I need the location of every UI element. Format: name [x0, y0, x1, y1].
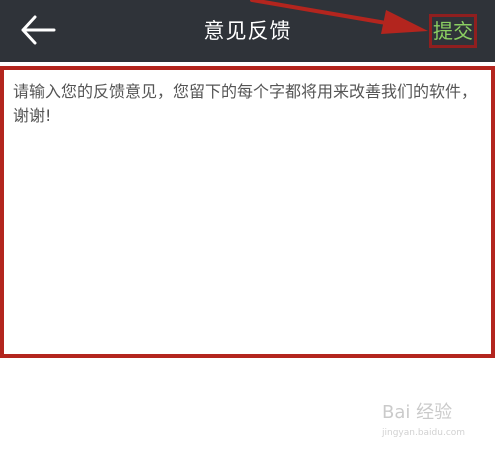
- feedback-input[interactable]: [13, 80, 483, 345]
- top-bar: 意见反馈 提交: [0, 0, 495, 62]
- submit-button[interactable]: 提交: [429, 14, 477, 48]
- baidu-jingyan-watermark: Bai 经验 jingyan.baidu.com: [382, 401, 487, 443]
- annotation-arrow-icon: [250, 0, 428, 34]
- back-arrow-icon: [21, 15, 56, 45]
- page-title: 意见反馈: [203, 19, 292, 43]
- watermark-url: jingyan.baidu.com: [382, 428, 466, 438]
- feedback-text-area: [0, 66, 495, 358]
- back-button[interactable]: [18, 12, 58, 48]
- watermark-logo-text: Bai 经验: [382, 402, 453, 423]
